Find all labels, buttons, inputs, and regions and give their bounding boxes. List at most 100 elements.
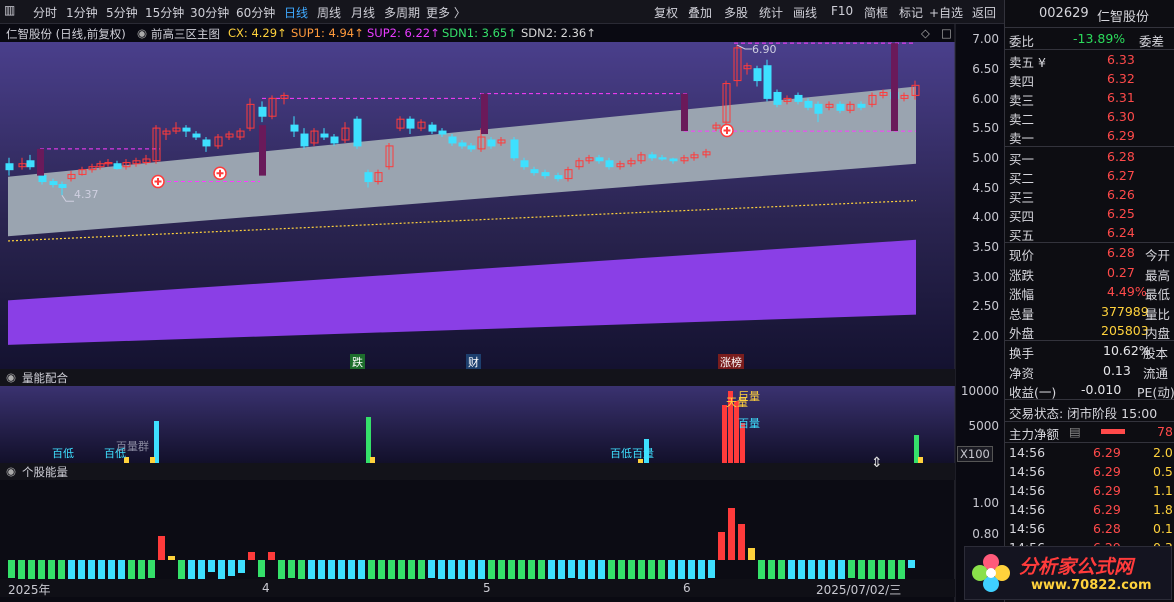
flower-logo-icon	[972, 554, 1010, 592]
energy-bar	[168, 556, 175, 560]
tick-row: 14:56 6.29 0.5	[1005, 463, 1174, 482]
candle-body	[330, 136, 339, 144]
mark-button[interactable]: 标记	[899, 4, 923, 21]
signal-bar	[891, 43, 898, 132]
collapse-icon[interactable]: ◉	[6, 370, 16, 384]
candle-body	[49, 181, 58, 186]
tick-time: 14:56	[1009, 464, 1046, 479]
back-button[interactable]: 返回	[972, 4, 996, 21]
candle-body	[794, 94, 803, 102]
f10-button[interactable]: F10	[831, 4, 853, 18]
energy-bar	[538, 560, 545, 579]
energy-bar	[268, 552, 275, 560]
net-inflow-bar	[1101, 429, 1125, 434]
period-daily[interactable]: 日线	[284, 4, 308, 21]
candle-body	[428, 124, 437, 132]
energy-bar	[218, 560, 225, 579]
stat-key: 净资	[1009, 365, 1035, 381]
stat-row: 净资 0.13 流通	[1005, 362, 1174, 381]
signal-bar	[681, 93, 688, 132]
event-tag-top-list[interactable]: 涨榜	[718, 354, 744, 370]
bid-price: 6.27	[1107, 168, 1135, 183]
period-toolbar: ▥ 分时 1分钟 5分钟 15分钟 30分钟 60分钟 日线 周线 月线 多周期…	[0, 0, 1174, 24]
ask-label: 卖一	[1009, 131, 1035, 146]
energy-bar	[748, 548, 755, 560]
tick-volume: 1.8	[1153, 502, 1173, 517]
price-tick: 5.00	[972, 151, 999, 165]
stat-key2: 最低	[1145, 287, 1171, 302]
signal-bar	[481, 93, 488, 135]
period-weekly[interactable]: 周线	[317, 4, 341, 21]
draw-line-button[interactable]: 画线	[793, 4, 817, 21]
date-tick: 4	[262, 581, 270, 595]
candle-body	[26, 160, 35, 168]
indicator-name[interactable]: 前高三区主图	[151, 26, 220, 42]
weibi-row: 委比 -13.89% 委差	[1005, 30, 1174, 49]
period-60min[interactable]: 60分钟	[236, 4, 275, 21]
list-icon[interactable]: ▤	[1069, 424, 1081, 439]
collapse-icon[interactable]: ◉	[6, 464, 16, 478]
chart-icon[interactable]: ▥	[4, 3, 15, 17]
divider	[1005, 340, 1174, 341]
bid-row: 买一 6.28	[1005, 148, 1174, 167]
energy-panel-name[interactable]: 个股能量	[22, 464, 68, 480]
bid-label: 买三	[1009, 190, 1035, 205]
logo-title: 分析家公式网	[1019, 556, 1134, 578]
multi-stock-button[interactable]: 多股	[724, 4, 748, 21]
energy-bar	[648, 560, 655, 580]
period-5min[interactable]: 5分钟	[106, 4, 138, 21]
stat-key2: 最高	[1145, 267, 1171, 283]
add-watchlist-button[interactable]: +自选	[929, 4, 963, 21]
resize-cursor-icon[interactable]: ⇕	[871, 455, 883, 471]
fuquan-button[interactable]: 复权	[654, 4, 678, 21]
high-price-marker: 6.90	[752, 43, 777, 56]
period-fenshi[interactable]: 分时	[33, 4, 57, 21]
event-tag-finance[interactable]: 财	[466, 354, 481, 370]
event-tag-fall[interactable]: 跌	[350, 354, 365, 370]
date-tick: 2025年	[8, 583, 51, 597]
energy-bar	[58, 560, 65, 581]
energy-bar	[158, 536, 165, 560]
stat-value: 4.49%	[1107, 284, 1147, 299]
divider	[1005, 49, 1174, 50]
stat-value: 0.27	[1107, 264, 1135, 280]
divider	[1005, 27, 1174, 28]
candle-body	[406, 118, 415, 129]
price-tick: 2.00	[972, 329, 999, 343]
period-monthly[interactable]: 月线	[351, 4, 375, 21]
tick-price: 6.29	[1093, 445, 1121, 460]
volume-panel-name[interactable]: 量能配合	[22, 370, 68, 386]
stats-button[interactable]: 统计	[759, 4, 783, 21]
stat-value: 377989	[1101, 303, 1149, 319]
signal-bar	[37, 148, 44, 176]
period-15min[interactable]: 15分钟	[145, 4, 184, 21]
expand-icon[interactable]: ◇	[921, 26, 930, 40]
stat-key: 涨幅	[1009, 287, 1035, 302]
stat-row: 现价 6.28 今开	[1005, 244, 1174, 263]
ask-label: 卖三	[1009, 93, 1035, 108]
tick-time: 14:56	[1009, 521, 1046, 536]
bid-price: 6.25	[1107, 206, 1135, 221]
period-multi[interactable]: 多周期	[384, 4, 420, 21]
divider	[1005, 421, 1174, 422]
period-30min[interactable]: 30分钟	[190, 4, 229, 21]
simple-frame-button[interactable]: 简框	[864, 4, 888, 21]
energy-bar	[898, 560, 905, 581]
indicator-settings-icon[interactable]: ◉	[137, 26, 147, 40]
energy-bar	[568, 560, 575, 578]
stock-code: 002629	[1039, 6, 1089, 21]
menu-square-icon[interactable]: □	[941, 26, 952, 40]
tick-row: 14:56 6.29 2.0	[1005, 444, 1174, 463]
period-more[interactable]: 更多 〉	[426, 4, 466, 21]
ask-label: 卖四	[1009, 74, 1035, 89]
overlay-button[interactable]: 叠加	[688, 4, 712, 21]
energy-bar	[728, 508, 735, 560]
kline-chart[interactable]	[0, 24, 1004, 602]
energy-bar	[508, 560, 515, 580]
volume-label: 百低	[52, 447, 74, 460]
chart-area[interactable]: 仁智股份 (日线,前复权) ◉ 前高三区主图 CX: 4.29↑ SUP1: 4…	[0, 24, 1004, 602]
candle-body	[320, 133, 329, 138]
period-1min[interactable]: 1分钟	[66, 4, 98, 21]
candle-body	[58, 184, 67, 188]
volume-bar	[154, 421, 159, 463]
